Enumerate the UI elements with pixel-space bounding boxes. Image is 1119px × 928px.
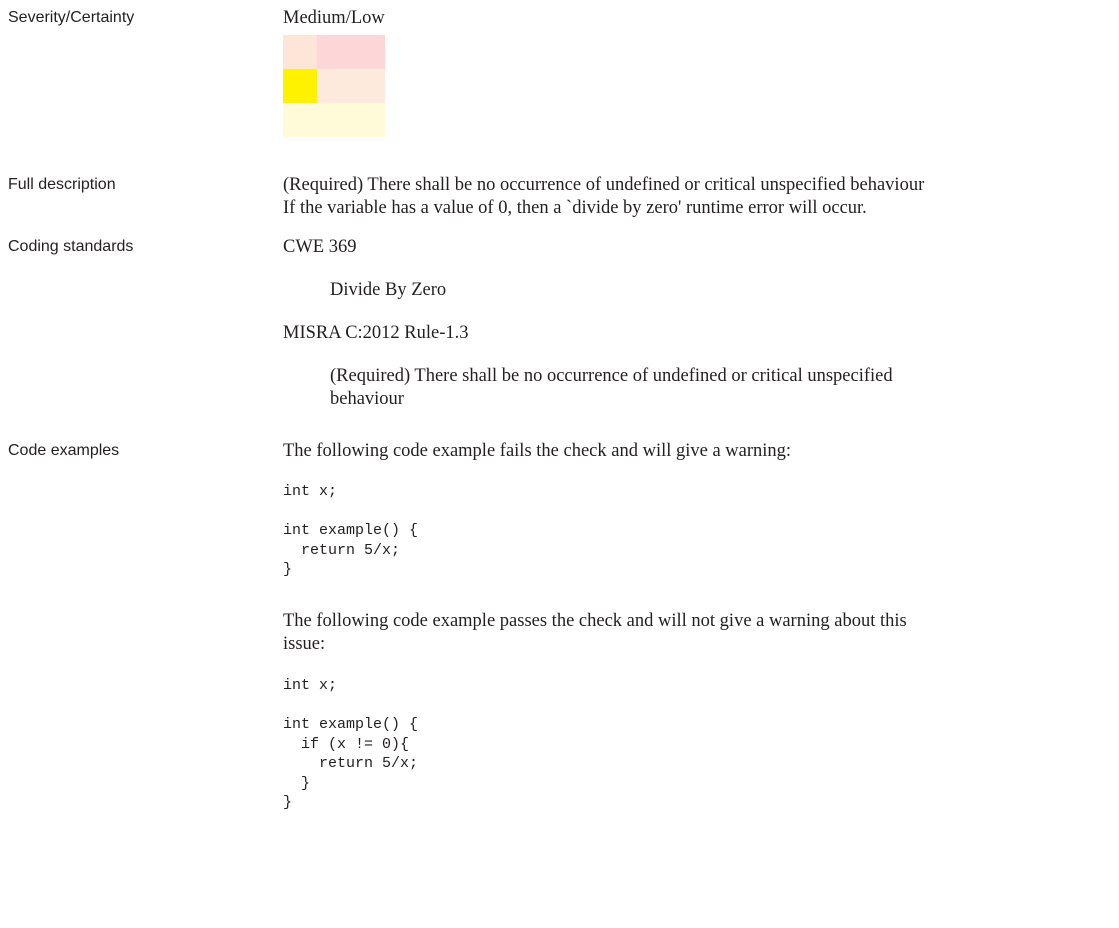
standard-name-misra: MISRA C:2012 Rule-1.3	[283, 323, 469, 343]
coding-standards-label: Coding standards	[8, 238, 134, 255]
standard-description-misra-line-1: (Required) There shall be no occurrence …	[330, 366, 893, 386]
pass-example-intro-line-1: The following code example passes the ch…	[283, 611, 907, 631]
fail-example-intro: The following code example fails the che…	[283, 441, 792, 461]
standard-description-misra-line-2: behaviour	[330, 389, 404, 409]
standard-name-cwe: CWE 369	[283, 237, 357, 257]
matrix-cell	[283, 103, 317, 137]
pass-example-intro-line-2: issue:	[283, 634, 326, 654]
full-description-line-1: (Required) There shall be no occurrence …	[283, 175, 925, 195]
matrix-cell	[351, 103, 385, 137]
severity-certainty-label: Severity/Certainty	[8, 9, 135, 26]
matrix-cell	[317, 35, 351, 69]
matrix-cell	[317, 69, 351, 103]
matrix-cell	[317, 103, 351, 137]
matrix-cell-highlighted	[283, 69, 317, 103]
standard-description-cwe: Divide By Zero	[330, 280, 447, 300]
matrix-cell	[351, 69, 385, 103]
pass-code-block: int x; int example() { if (x != 0){ retu…	[283, 677, 419, 811]
matrix-cell	[283, 35, 317, 69]
full-description-label: Full description	[8, 176, 116, 193]
code-examples-label: Code examples	[8, 442, 120, 459]
matrix-cell	[351, 35, 385, 69]
severity-certainty-value: Medium/Low	[283, 8, 385, 28]
full-description-line-2: If the variable has a value of 0, then a…	[283, 198, 867, 218]
fail-code-block: int x; int example() { return 5/x; }	[283, 483, 419, 578]
severity-certainty-matrix	[283, 35, 385, 137]
